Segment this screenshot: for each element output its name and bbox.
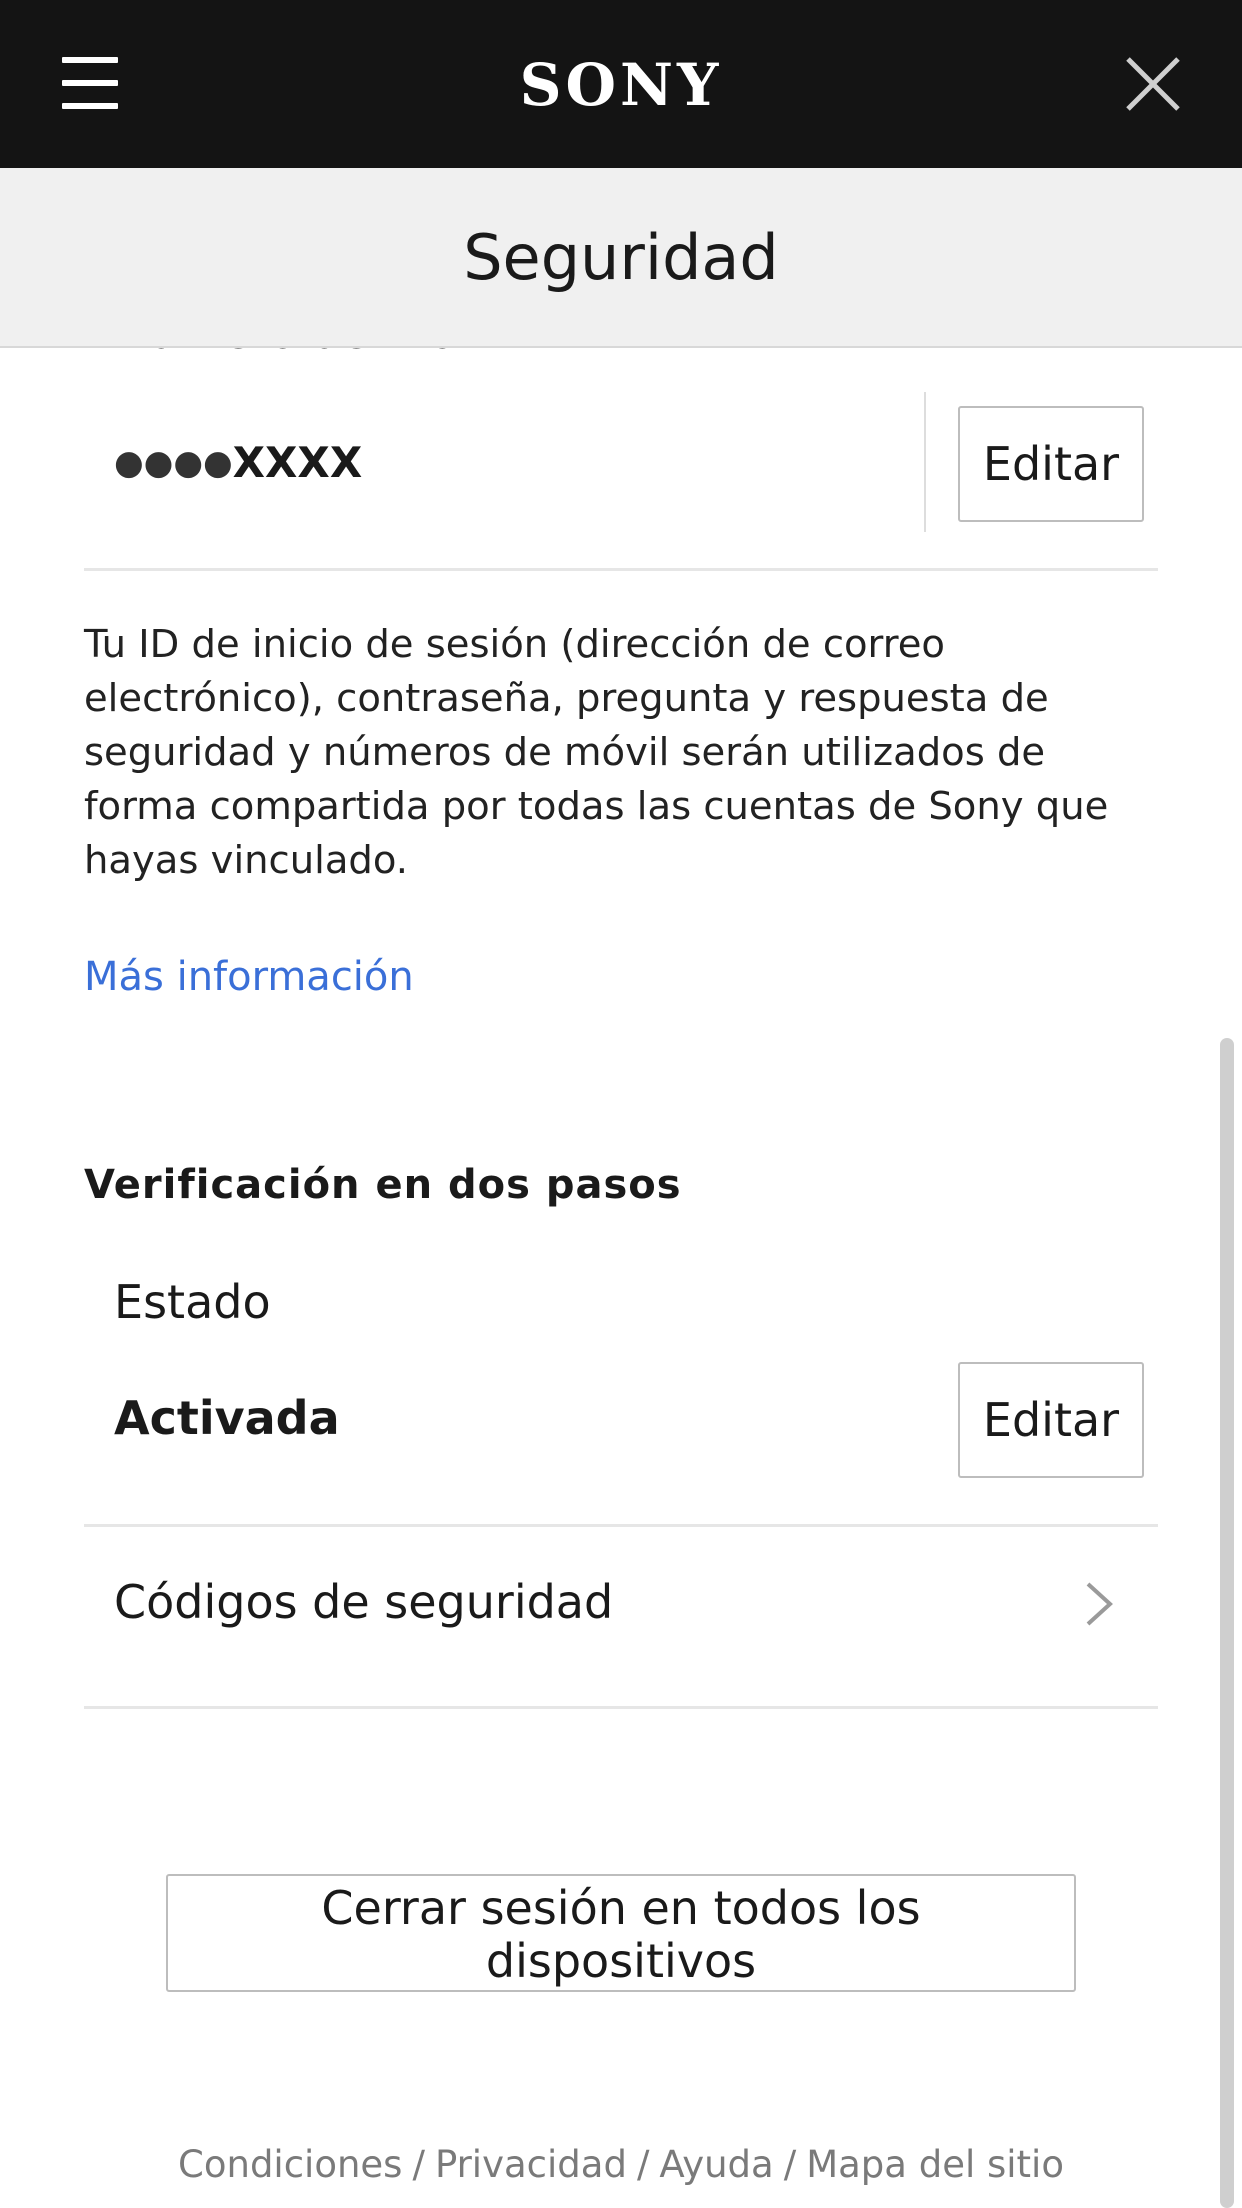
close-icon[interactable] (1124, 55, 1182, 113)
mobile-number-value: ●●●●XXXX (114, 438, 362, 488)
shared-account-info-text: Tu ID de inicio de sesión (dirección de … (84, 622, 1109, 883)
divider (84, 1524, 1158, 1527)
footer-link-help[interactable]: Ayuda (659, 2143, 773, 2186)
sony-logo[interactable]: SONY (0, 50, 1242, 120)
page-title: Seguridad (463, 221, 779, 294)
mobile-number-suffix: XXXX (232, 438, 363, 487)
top-navigation-bar: SONY (0, 0, 1242, 168)
masked-dots: ●●●● (114, 443, 233, 483)
mobile-number-label: Número de móvil (114, 348, 509, 360)
two-step-verification-title: Verificación en dos pasos (84, 1162, 682, 1208)
security-codes-label: Códigos de seguridad (114, 1575, 614, 1629)
page-header: Seguridad (0, 168, 1242, 348)
footer-link-terms[interactable]: Condiciones (178, 2143, 402, 2186)
status-value: Activada (114, 1391, 340, 1445)
footer-links: Condiciones / Privacidad / Ayuda / Mapa del si… (0, 2142, 1242, 2188)
footer-link-privacy[interactable]: Privacidad (435, 2143, 627, 2186)
more-info-link[interactable]: Más información (84, 952, 414, 1002)
footer-separator: / (636, 2143, 650, 2186)
scrollbar[interactable] (1220, 1038, 1234, 2208)
security-codes-row[interactable]: Códigos de seguridad (84, 1528, 1158, 1680)
divider (84, 568, 1158, 571)
vertical-divider (924, 392, 926, 532)
security-settings-content[interactable]: Número de móvil ●●●●XXXX Editar Tu ID de… (0, 348, 1242, 2208)
edit-two-step-button[interactable]: Editar (958, 1362, 1144, 1478)
footer-link-sitemap[interactable]: Mapa del sitio (806, 2143, 1064, 2186)
edit-mobile-button[interactable]: Editar (958, 406, 1144, 522)
footer-separator: / (412, 2143, 425, 2186)
sign-out-all-devices-button[interactable]: Cerrar sesión en todos los dispositivos (166, 1874, 1076, 1992)
divider (84, 1706, 1158, 1709)
footer-separator: / (783, 2143, 797, 2186)
chevron-right-icon (1086, 1582, 1113, 1626)
status-label: Estado (114, 1275, 271, 1329)
